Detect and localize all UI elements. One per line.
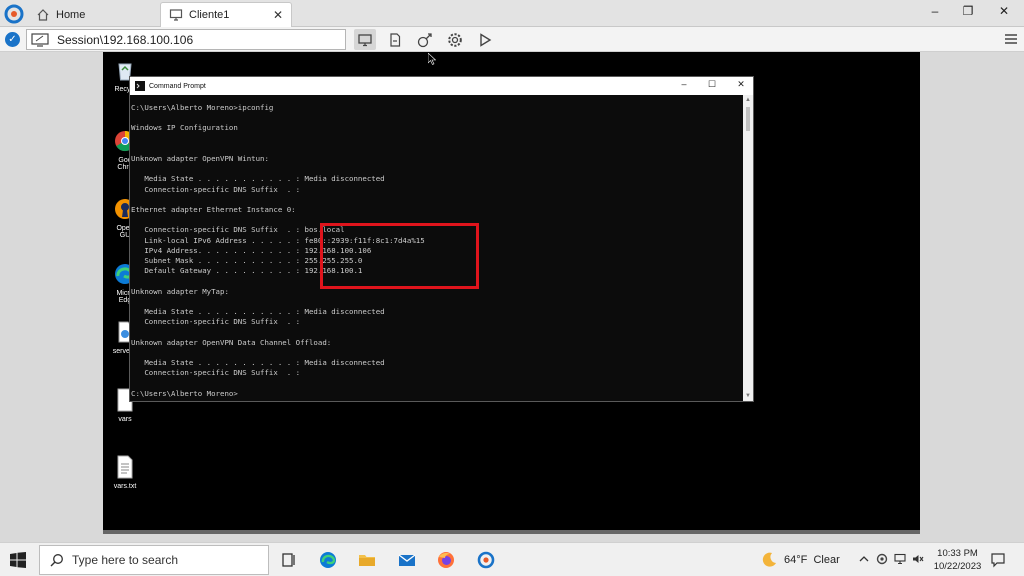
monitor-icon — [358, 33, 372, 46]
terminal-line: Media State . . . . . . . . . . . : Medi… — [131, 358, 385, 368]
terminal-line: Ethernet adapter Ethernet Instance 0: — [131, 205, 296, 215]
clock-time: 10:33 PM — [937, 548, 978, 559]
minimize-icon[interactable]: – — [670, 79, 698, 89]
remote-client-icon[interactable] — [477, 551, 495, 569]
terminal-line: Windows IP Configuration — [131, 123, 238, 133]
firefox-icon[interactable] — [437, 551, 455, 569]
moon-icon — [762, 552, 776, 567]
scroll-down-icon[interactable]: ▼ — [745, 393, 751, 399]
tab-cliente1[interactable]: Cliente1 ✕ — [160, 2, 292, 27]
session-address: Session\192.168.100.106 — [57, 32, 194, 47]
clock-date: 10/22/2023 — [933, 561, 982, 572]
tab-label: Cliente1 — [189, 9, 230, 21]
session-address-field[interactable]: Session\192.168.100.106 — [26, 29, 346, 50]
weather-condition: Clear — [813, 554, 840, 566]
windows-start-icon[interactable] — [10, 552, 26, 568]
chevron-up-icon[interactable] — [858, 553, 870, 565]
terminal-line: Unknown adapter OpenVPN Wintun: — [131, 154, 269, 164]
file-icon — [390, 32, 401, 47]
play-button[interactable] — [474, 29, 496, 50]
window-title-bar[interactable]: Command Prompt – ☐ ✕ — [130, 77, 753, 95]
taskbar: Type here to search 64°F Clear 10:33 PM … — [0, 542, 1024, 576]
highlight-box — [320, 223, 479, 289]
remote-desktop-icon — [31, 32, 49, 47]
terminal-line: C:\Users\Alberto Moreno> — [131, 388, 238, 398]
tab-home[interactable]: Home — [28, 2, 158, 27]
window-title: Command Prompt — [149, 82, 206, 90]
display-button[interactable] — [354, 29, 376, 50]
gear-icon — [448, 32, 462, 47]
terminal-line: Connection-specific DNS Suffix . : — [131, 368, 301, 378]
system-clock[interactable]: 10:33 PM 10/22/2023 — [930, 547, 985, 573]
text-file-icon — [117, 455, 133, 479]
terminal-icon — [135, 81, 145, 91]
minimize-icon[interactable]: – — [925, 4, 945, 18]
notifications-icon[interactable] — [990, 552, 1006, 568]
restore-icon[interactable]: ❐ — [958, 4, 978, 18]
tab-bar: Home Cliente1 ✕ – ❐ ✕ — [0, 0, 1024, 27]
monitor-icon — [169, 9, 183, 21]
file-transfer-button[interactable] — [384, 29, 406, 50]
scrollbar[interactable]: ▲ ▼ — [743, 95, 753, 401]
weather-widget[interactable]: 64°F Clear — [760, 551, 840, 569]
home-icon — [37, 8, 49, 21]
menu-icon[interactable] — [1004, 32, 1018, 46]
mail-icon[interactable] — [398, 551, 416, 569]
terminal-line: Unknown adapter OpenVPN Data Channel Off… — [131, 337, 332, 347]
desktop-icon-vars-txt[interactable]: vars.txt — [105, 455, 145, 490]
settings-button[interactable] — [444, 29, 466, 50]
task-view-icon[interactable] — [280, 551, 298, 569]
terminal-line: Media State . . . . . . . . . . . : Medi… — [131, 307, 385, 317]
edge-icon[interactable] — [319, 551, 337, 569]
terminal-line: Media State . . . . . . . . . . . : Medi… — [131, 174, 385, 184]
terminal-line: Connection-specific DNS Suffix . : — [131, 184, 301, 194]
scroll-thumb[interactable] — [746, 107, 750, 131]
tab-label: Home — [56, 8, 86, 21]
scroll-up-icon[interactable]: ▲ — [745, 97, 751, 103]
desktop-icon-label: vars.txt — [113, 483, 137, 490]
close-window-icon[interactable]: ✕ — [994, 4, 1014, 18]
maximize-icon[interactable]: ☐ — [698, 79, 726, 90]
remote-tray-icon[interactable] — [876, 553, 888, 565]
volume-muted-icon[interactable] — [912, 553, 924, 565]
play-icon — [480, 32, 492, 47]
close-icon[interactable]: ✕ — [727, 79, 755, 90]
search-placeholder: Type here to search — [72, 553, 179, 567]
weather-temp: 64°F — [784, 554, 808, 566]
connection-status-icon: ✓ — [5, 32, 20, 47]
remote-control-icon — [417, 32, 432, 47]
network-icon[interactable] — [894, 553, 906, 565]
terminal-line: Connection-specific DNS Suffix . : — [131, 317, 301, 327]
app-logo-icon[interactable] — [4, 4, 24, 24]
search-icon — [50, 554, 63, 567]
mouse-cursor-icon — [428, 53, 436, 65]
close-tab-icon[interactable]: ✕ — [273, 8, 283, 22]
desktop-icon-label: vars — [118, 416, 132, 423]
file-explorer-icon[interactable] — [358, 551, 376, 569]
remote-taskbar-edge — [103, 530, 920, 534]
terminal-line: C:\Users\Alberto Moreno>ipconfig — [131, 103, 274, 112]
remote-control-button[interactable] — [414, 29, 436, 50]
session-toolbar: ✓ Session\192.168.100.106 — [0, 27, 1024, 52]
taskbar-search[interactable]: Type here to search — [39, 545, 269, 575]
